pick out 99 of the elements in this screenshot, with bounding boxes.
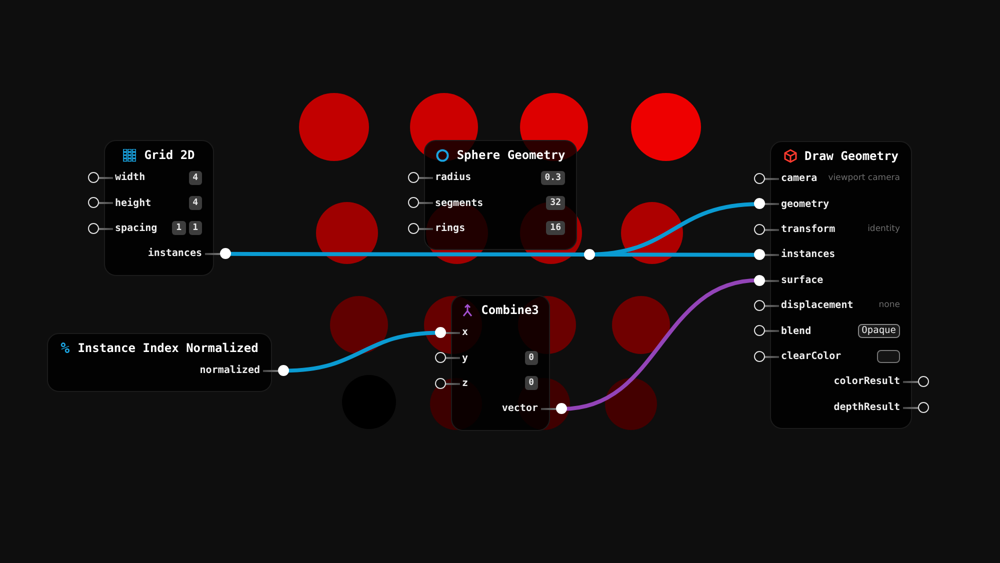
input-label: rings [435, 222, 466, 236]
input-label: geometry [781, 198, 830, 212]
node-card[interactable] [47, 333, 272, 392]
rendered-sphere [612, 296, 670, 354]
rendered-sphere [299, 93, 369, 161]
port-connector-line [764, 356, 779, 358]
input-label: radius [435, 170, 472, 186]
rendered-sphere [330, 296, 388, 354]
value-field[interactable]: 0 [524, 351, 538, 366]
port[interactable] [918, 376, 929, 388]
input-label: camera [781, 172, 818, 186]
node-card[interactable] [451, 295, 550, 431]
port[interactable] [754, 173, 765, 184]
input-label: instances [781, 248, 836, 262]
connected-port[interactable] [754, 274, 765, 286]
port-connector-line [418, 228, 433, 230]
default-value: none [878, 299, 900, 312]
port[interactable] [88, 222, 99, 234]
port[interactable] [435, 378, 446, 389]
port-connector-line [98, 228, 113, 230]
port[interactable] [435, 352, 446, 364]
circle-icon [436, 148, 449, 162]
value-field[interactable]: 1 [172, 221, 186, 236]
port-connector-line [764, 330, 779, 332]
port[interactable] [754, 350, 765, 362]
value-field[interactable]: 16 [546, 221, 565, 236]
connected-port[interactable] [278, 365, 289, 376]
default-value: identity [868, 223, 900, 236]
port-connector-line [205, 253, 220, 256]
port[interactable] [918, 402, 929, 413]
connected-port[interactable] [754, 249, 765, 260]
input-label: blend [781, 324, 812, 339]
node-card[interactable] [424, 140, 577, 250]
input-label: y [462, 352, 468, 366]
port[interactable] [754, 300, 765, 311]
port-connector-line [764, 203, 779, 206]
connected-port[interactable] [220, 248, 231, 260]
grid-icon [123, 148, 136, 162]
value-field[interactable]: 0 [524, 376, 538, 390]
port[interactable] [754, 224, 765, 235]
connected-port[interactable] [584, 249, 595, 260]
input-label: displacement [781, 298, 854, 314]
port-connector-line [98, 202, 113, 204]
port[interactable] [88, 197, 99, 208]
node-title: Sphere Geometry [456, 147, 566, 164]
port-connector-line [445, 382, 460, 385]
input-label: surface [781, 274, 824, 288]
port-connector-line [418, 202, 433, 204]
rendered-sphere [621, 202, 683, 264]
node-title: Draw Geometry [804, 148, 898, 165]
rendered-sphere [605, 378, 657, 430]
port[interactable] [408, 222, 419, 234]
blend-select[interactable]: Opaque [858, 324, 900, 338]
output-label: colorResult [834, 375, 900, 390]
input-label: x [462, 326, 468, 340]
cube-icon [784, 149, 797, 163]
port-connector-line [263, 370, 278, 372]
input-label: height [115, 196, 152, 211]
port[interactable] [88, 172, 99, 183]
port-connector-line [764, 228, 779, 231]
default-value: viewport camera [828, 172, 900, 186]
port[interactable] [754, 325, 765, 336]
input-label: spacing [115, 222, 158, 236]
value-field[interactable]: 4 [188, 196, 202, 210]
port-connector-line [764, 254, 779, 256]
port-connector-line [541, 408, 556, 410]
input-label: transform [781, 222, 836, 237]
rendered-sphere [631, 93, 701, 161]
input-label: clearColor [781, 350, 842, 364]
port-connector-line [764, 304, 779, 307]
connected-port[interactable] [754, 198, 765, 210]
port-connector-line [418, 177, 433, 179]
port-connector-line [445, 332, 460, 334]
input-label: width [115, 170, 146, 186]
node-title: Combine3 [481, 302, 539, 319]
port-connector-line [903, 406, 918, 409]
color-swatch[interactable] [877, 350, 900, 363]
port-connector-line [445, 357, 460, 360]
output-label: depthResult [834, 400, 900, 415]
node-title: Grid 2D [144, 147, 195, 164]
port[interactable] [408, 172, 419, 183]
port[interactable] [408, 197, 419, 208]
percent-icon: % [60, 340, 70, 356]
value-field[interactable]: 32 [546, 196, 565, 210]
node-card[interactable] [770, 141, 912, 429]
port-connector-line [903, 381, 918, 384]
output-label: instances [148, 246, 202, 262]
node-card[interactable] [104, 140, 214, 276]
merge-arrow-icon [462, 304, 474, 316]
port-connector-line [98, 177, 113, 179]
input-label: segments [435, 196, 484, 211]
port-connector-line [764, 178, 779, 180]
input-label: z [462, 376, 468, 391]
value-field[interactable]: 1 [188, 221, 202, 236]
output-label: vector [502, 402, 538, 416]
node-title: Instance Index Normalized [78, 340, 258, 357]
port-connector-line [764, 280, 779, 282]
rendered-sphere [316, 202, 378, 264]
output-label: normalized [200, 364, 260, 378]
